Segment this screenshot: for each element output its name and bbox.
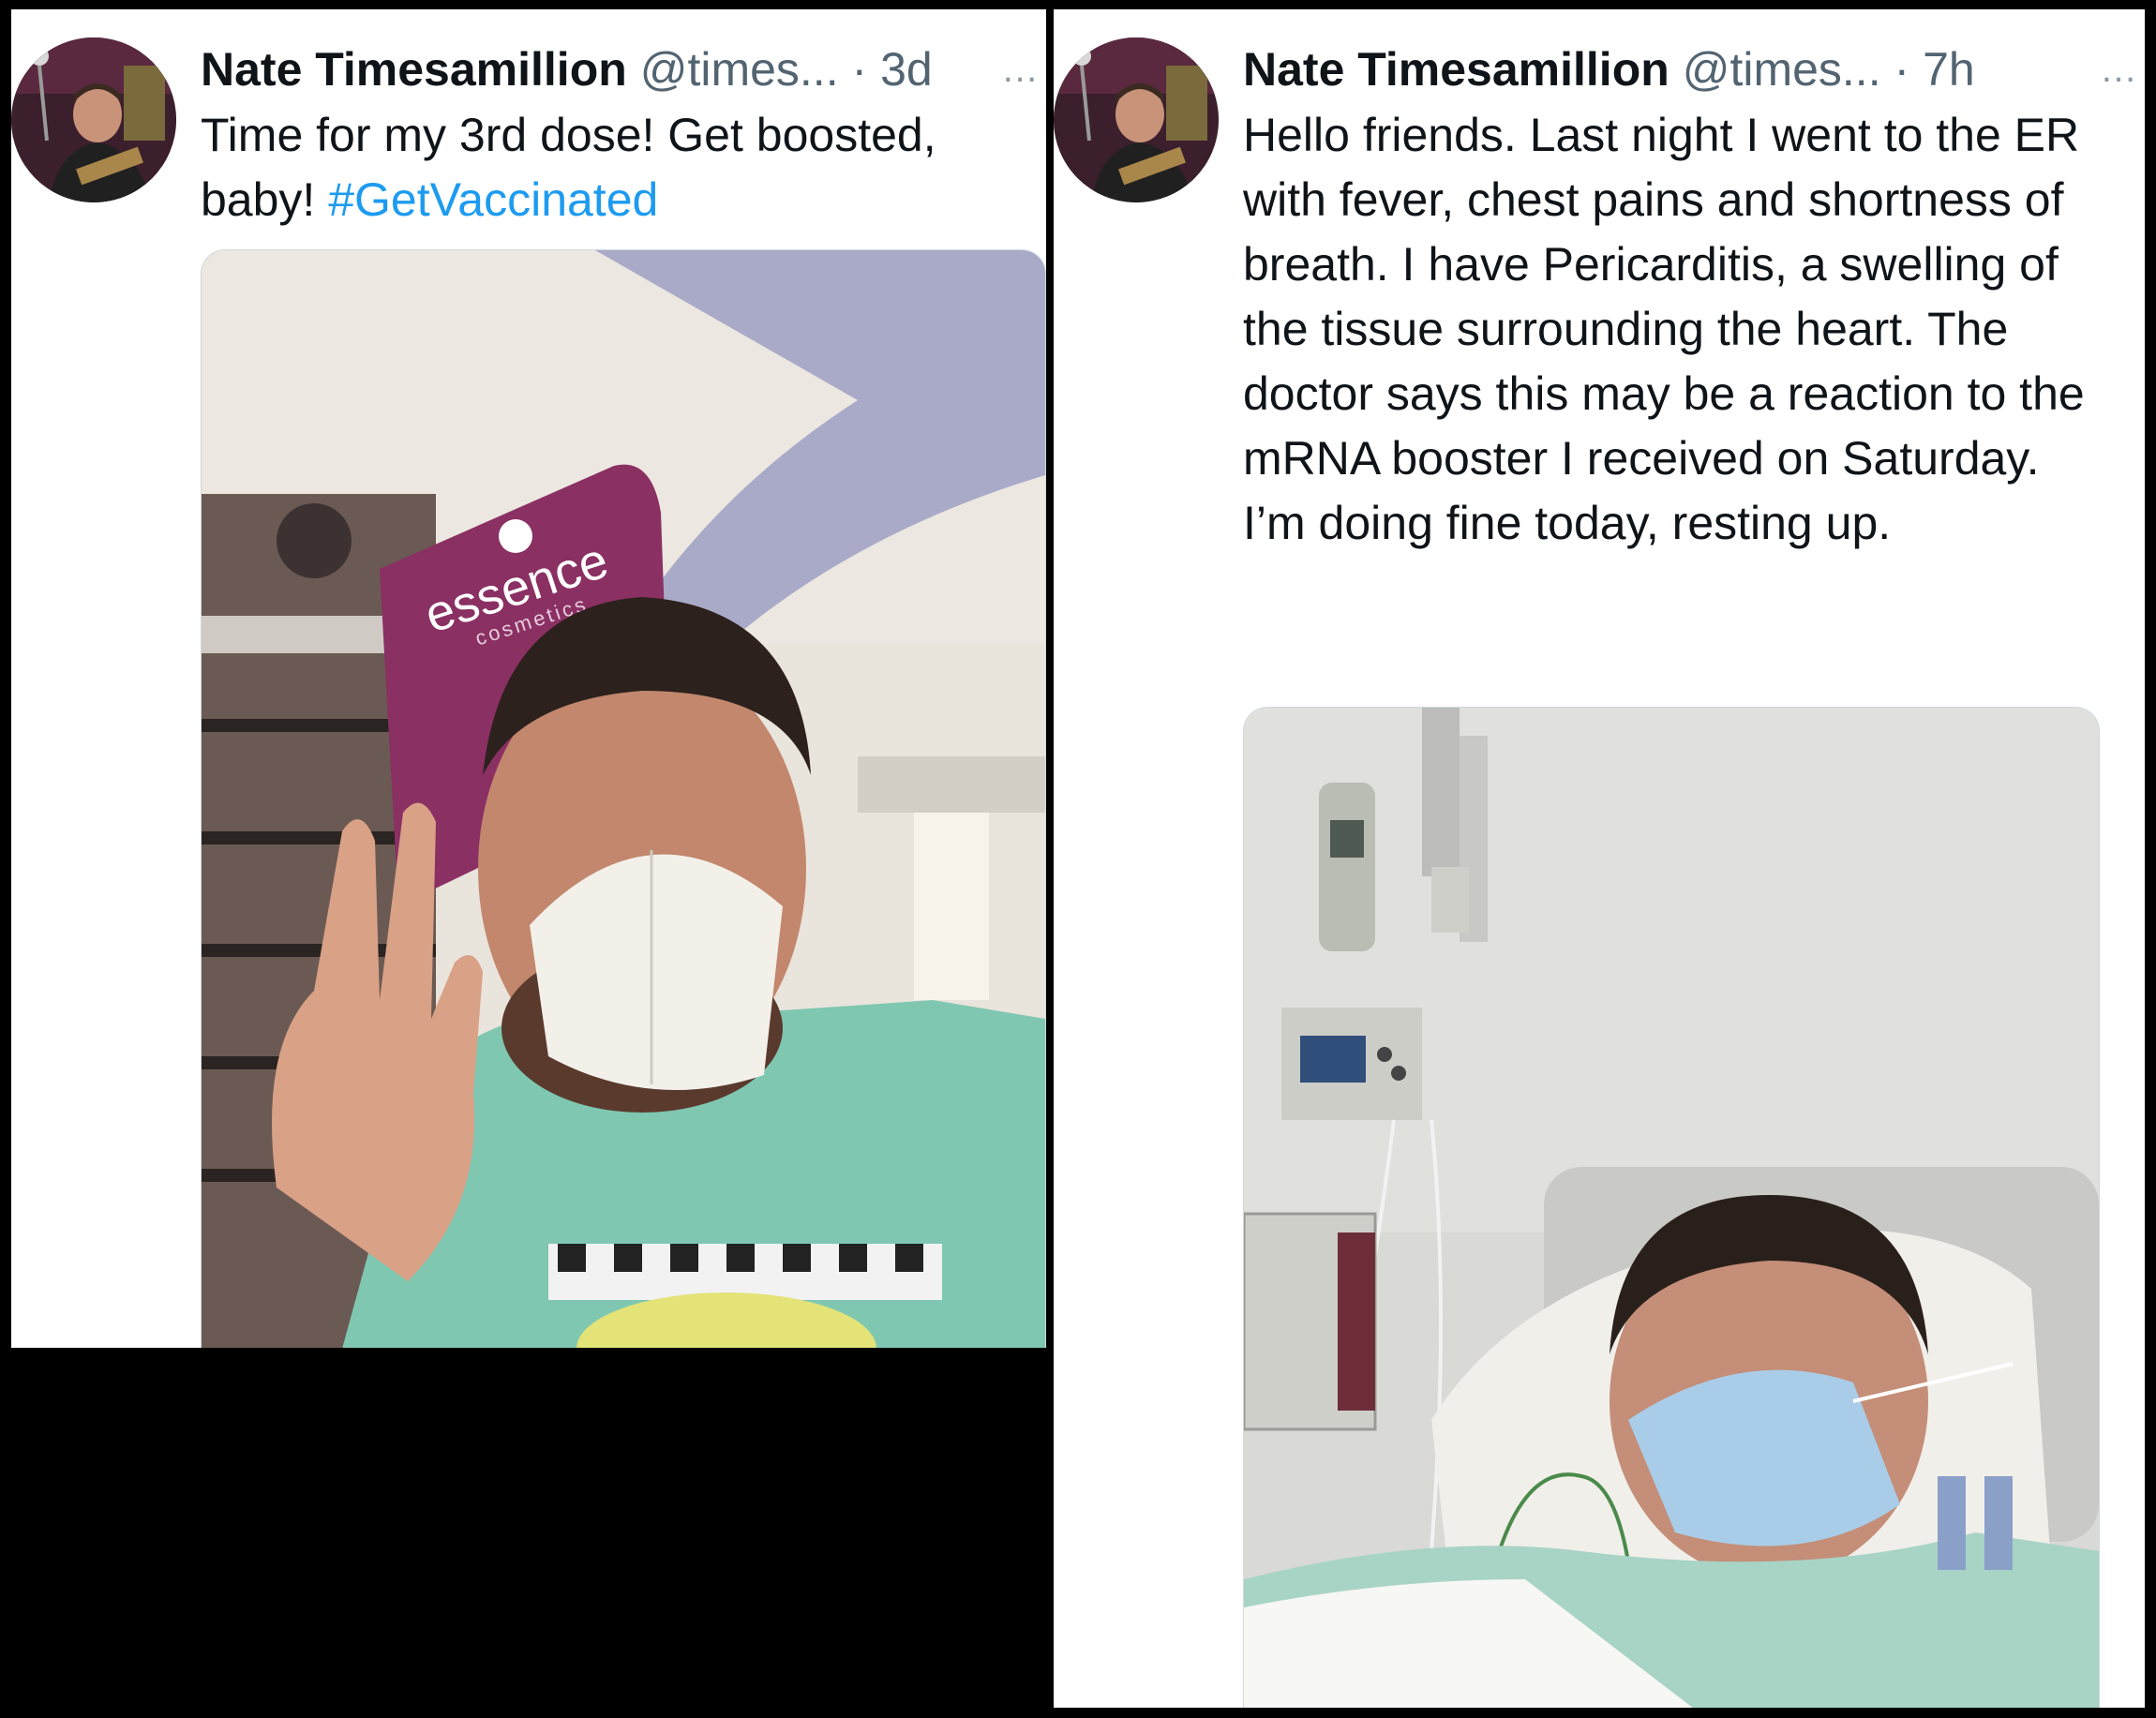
separator-dot: · bbox=[851, 43, 868, 96]
avatar[interactable] bbox=[1054, 37, 1219, 202]
user-handle[interactable]: @times... bbox=[640, 43, 839, 96]
tweet-photo[interactable] bbox=[1243, 707, 2100, 1708]
timestamp[interactable]: 7h bbox=[1923, 43, 1975, 96]
tweet-card-left[interactable]: Nate Timesamillion @times... · 3d … Time… bbox=[11, 9, 1046, 1348]
hashtag-link[interactable]: #GetVaccinated bbox=[328, 173, 658, 226]
display-name[interactable]: Nate Timesamillion bbox=[1243, 43, 1669, 96]
more-options-icon[interactable]: … bbox=[2100, 36, 2139, 103]
timestamp[interactable]: 3d bbox=[880, 43, 933, 96]
tweet-text: Hello friends. Last night I went to the … bbox=[1243, 109, 2085, 549]
more-options-icon[interactable]: … bbox=[1001, 36, 1041, 103]
hospital-photo bbox=[1244, 708, 2099, 1708]
selfie-photo: essence cosmetics bbox=[202, 250, 1045, 1348]
user-handle[interactable]: @times... bbox=[1683, 43, 1881, 96]
avatar[interactable] bbox=[11, 37, 176, 202]
display-name[interactable]: Nate Timesamillion bbox=[201, 43, 627, 96]
separator-dot: · bbox=[1894, 43, 1910, 96]
tweet-header: Nate Timesamillion @times... · 7h … bbox=[1243, 36, 2145, 103]
tweet-photo[interactable]: essence cosmetics bbox=[201, 249, 1046, 1348]
avatar-image bbox=[11, 37, 176, 202]
tweet-header: Nate Timesamillion @times... · 3d … bbox=[201, 36, 1046, 103]
tweet-text: Time for my 3rd dose! Get boosted, baby!… bbox=[201, 103, 1009, 232]
tweet-card-right[interactable]: Nate Timesamillion @times... · 7h … Hell… bbox=[1054, 9, 2145, 1708]
avatar-image bbox=[1054, 37, 1219, 202]
